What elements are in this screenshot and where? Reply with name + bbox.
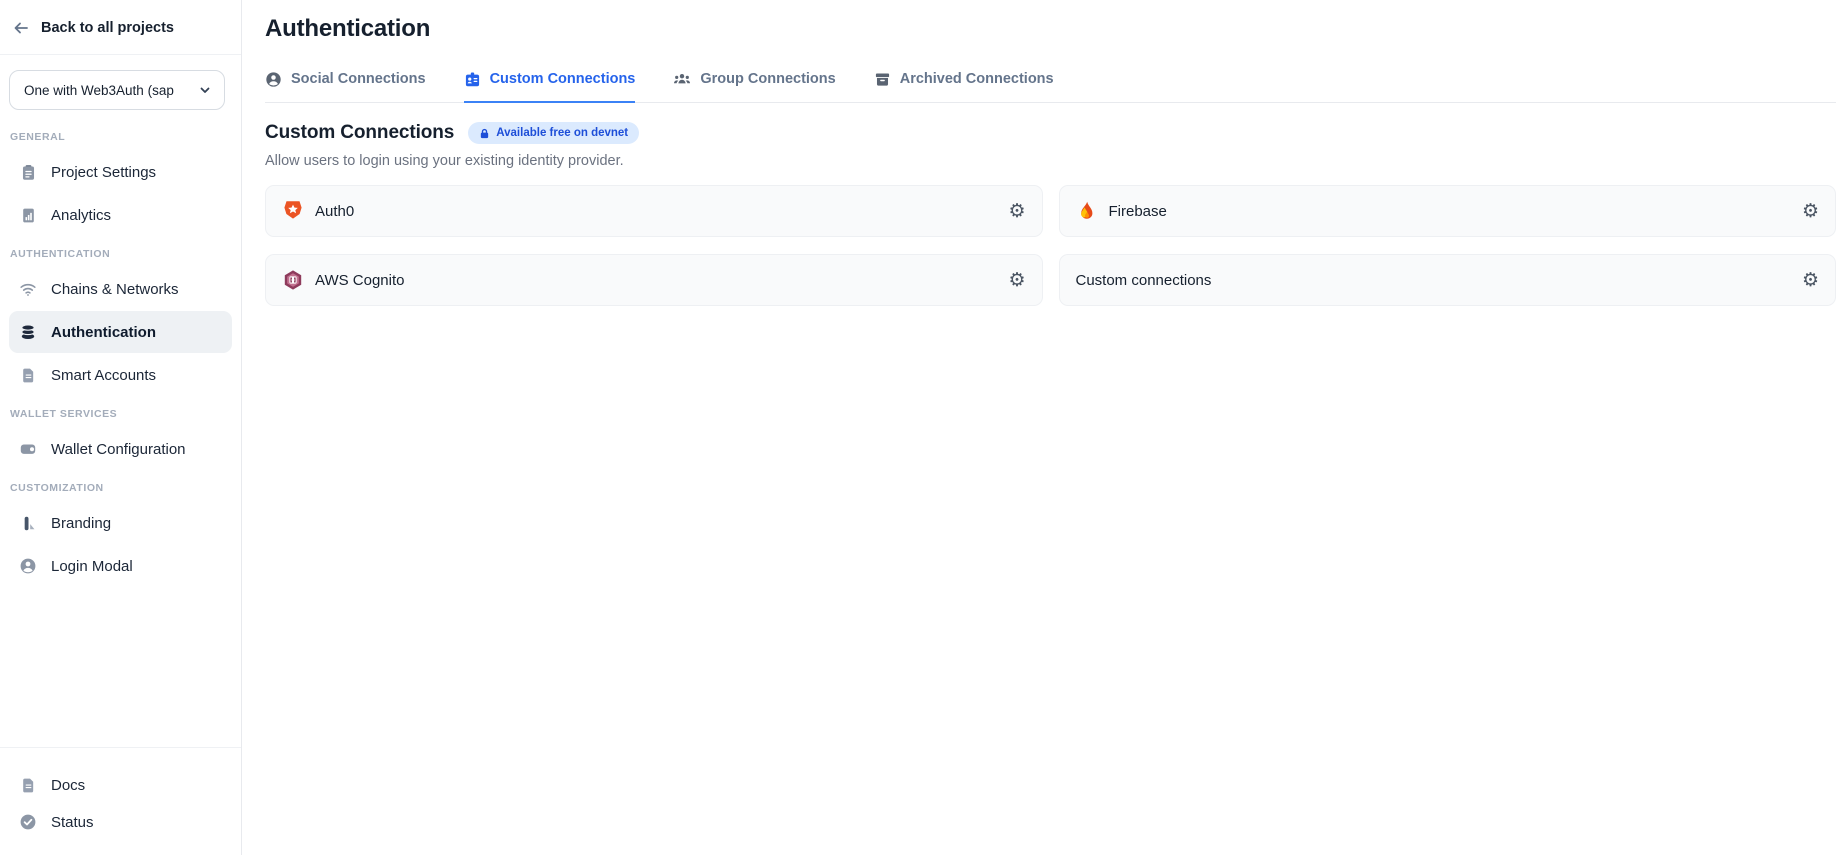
connection-label: Firebase — [1109, 203, 1167, 220]
card-custom-connections[interactable]: Custom connections ⚙ — [1059, 254, 1837, 306]
back-arrow-icon — [12, 19, 30, 37]
archive-box-icon — [874, 71, 891, 88]
tab-bar: Social Connections Custom Connections — [265, 70, 1836, 103]
sidebar-footer: Docs Status — [0, 747, 241, 855]
gear-icon[interactable]: ⚙ — [1802, 271, 1819, 290]
page-title: Authentication — [265, 15, 1836, 43]
tab-archived-connections[interactable]: Archived Connections — [874, 70, 1054, 103]
sidebar-item-label: Authentication — [51, 324, 156, 341]
sidebar-item-status[interactable]: Status — [9, 804, 232, 840]
back-to-projects-link[interactable]: Back to all projects — [0, 0, 241, 55]
branding-icon — [19, 514, 37, 532]
section-title: Custom Connections — [265, 122, 454, 144]
sidebar-item-label: Login Modal — [51, 558, 133, 575]
sidebar-item-authentication[interactable]: Authentication — [9, 311, 232, 353]
tab-label: Archived Connections — [900, 71, 1054, 87]
sidebar-item-wallet-configuration[interactable]: Wallet Configuration — [9, 428, 232, 470]
card-firebase[interactable]: Firebase ⚙ — [1059, 185, 1837, 237]
section-label-authentication: AUTHENTICATION — [0, 237, 241, 267]
sidebar-item-analytics[interactable]: Analytics — [9, 194, 232, 236]
docs-icon — [19, 776, 37, 794]
devnet-badge-label: Available free on devnet — [496, 127, 628, 139]
card-aws-cognito[interactable]: AWS Cognito ⚙ — [265, 254, 1043, 306]
connections-grid: Auth0 ⚙ Firebase ⚙ — [265, 185, 1836, 306]
sidebar-item-label: Analytics — [51, 207, 111, 224]
connection-label: Custom connections — [1076, 272, 1212, 289]
tab-social-connections[interactable]: Social Connections — [265, 70, 426, 103]
connection-label: AWS Cognito — [315, 272, 404, 289]
gear-icon[interactable]: ⚙ — [1008, 202, 1025, 221]
sidebar-nav: GENERAL Project Settings — [0, 120, 241, 747]
file-icon — [19, 366, 37, 384]
sidebar-item-smart-accounts[interactable]: Smart Accounts — [9, 354, 232, 396]
users-group-icon — [673, 70, 691, 88]
sidebar-item-chains-networks[interactable]: Chains & Networks — [9, 268, 232, 310]
section-label-wallet-services: WALLET SERVICES — [0, 397, 241, 427]
sidebar-item-label: Chains & Networks — [51, 281, 179, 298]
tab-label: Social Connections — [291, 71, 426, 87]
wifi-icon — [19, 280, 37, 298]
tab-label: Custom Connections — [490, 71, 636, 87]
tab-custom-connections[interactable]: Custom Connections — [464, 70, 636, 103]
back-to-projects-label: Back to all projects — [41, 20, 174, 36]
section-label-customization: CUSTOMIZATION — [0, 471, 241, 501]
section-label-general: GENERAL — [0, 120, 241, 150]
chevron-down-icon — [198, 83, 212, 97]
user-circle-icon — [19, 557, 37, 575]
wallet-icon — [19, 440, 37, 458]
sidebar-item-docs[interactable]: Docs — [9, 767, 232, 803]
sidebar-item-label: Wallet Configuration — [51, 441, 186, 458]
clipboard-icon — [19, 163, 37, 181]
gear-icon[interactable]: ⚙ — [1008, 271, 1025, 290]
section-header: Custom Connections Available free on dev… — [265, 122, 1836, 144]
sidebar-item-branding[interactable]: Branding — [9, 502, 232, 544]
aws-cognito-logo-icon — [282, 269, 304, 291]
main-content: Authentication Social Connections — [242, 0, 1840, 855]
analytics-icon — [19, 206, 37, 224]
check-circle-icon — [19, 813, 37, 831]
tab-label: Group Connections — [700, 71, 835, 87]
sidebar-item-login-modal[interactable]: Login Modal — [9, 545, 232, 587]
sidebar-item-label: Docs — [51, 777, 85, 794]
tab-group-connections[interactable]: Group Connections — [673, 70, 835, 103]
firebase-logo-icon — [1076, 200, 1098, 222]
sidebar-item-project-settings[interactable]: Project Settings — [9, 151, 232, 193]
project-selector-dropdown[interactable]: One with Web3Auth (sap — [9, 70, 225, 110]
project-selector-value: One with Web3Auth (sap — [24, 83, 186, 98]
sidebar-item-label: Project Settings — [51, 164, 156, 181]
id-badge-icon — [464, 71, 481, 88]
lock-icon — [479, 128, 490, 139]
sidebar-item-label: Smart Accounts — [51, 367, 156, 384]
connection-label: Auth0 — [315, 203, 354, 220]
sidebar-item-label: Status — [51, 814, 94, 831]
user-circle-icon — [265, 71, 282, 88]
section-description: Allow users to login using your existing… — [265, 153, 1836, 169]
database-icon — [19, 323, 37, 341]
auth0-logo-icon — [282, 200, 304, 222]
card-auth0[interactable]: Auth0 ⚙ — [265, 185, 1043, 237]
gear-icon[interactable]: ⚙ — [1802, 202, 1819, 221]
devnet-badge: Available free on devnet — [468, 122, 639, 144]
sidebar: Back to all projects One with Web3Auth (… — [0, 0, 242, 855]
sidebar-item-label: Branding — [51, 515, 111, 532]
